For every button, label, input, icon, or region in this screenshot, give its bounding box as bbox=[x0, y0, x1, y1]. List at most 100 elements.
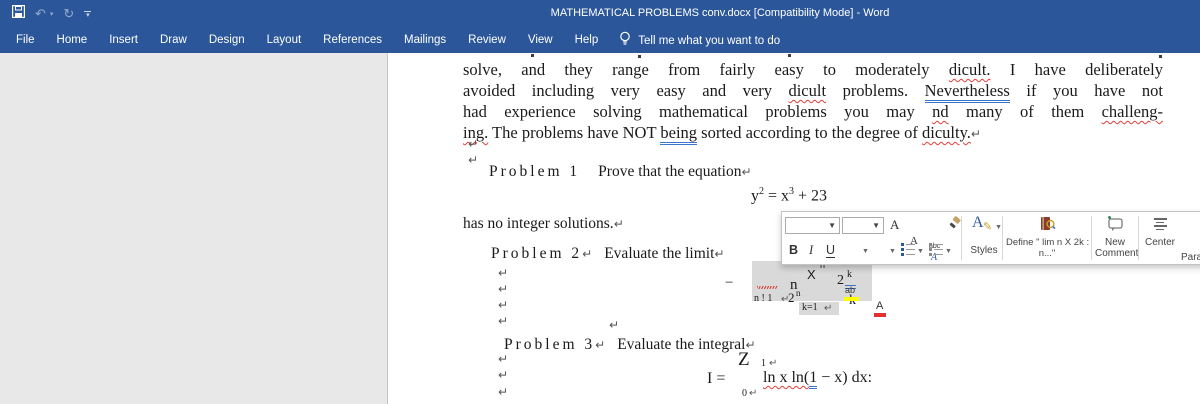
limit-formula[interactable]: − n X n 2 k n ! 1 ↵ 2 n k k=1 ↵ bbox=[721, 255, 886, 330]
bullets-dropdown-icon[interactable]: ▼ bbox=[917, 248, 924, 255]
misspelled-word: dicult. bbox=[948, 60, 991, 79]
line-break-mark: ↵ bbox=[824, 303, 833, 314]
paragraph-mark: ↵ bbox=[468, 137, 479, 151]
body-line-1: solve, and they range from fairly easy t… bbox=[463, 60, 1163, 79]
italic-button[interactable]: I bbox=[809, 243, 813, 258]
document-workspace: solve, and they range from fairly easy t… bbox=[0, 53, 1200, 404]
grammar-flagged-word: being bbox=[660, 123, 698, 145]
styles-button[interactable]: A ✎ ▼ Styles bbox=[968, 214, 1002, 256]
paragraph-mark: ↵ bbox=[970, 127, 981, 141]
paragraph-mark: ↵ bbox=[498, 385, 509, 399]
math-2: 2 bbox=[837, 273, 844, 288]
font-color-dropdown-icon[interactable]: ▼ bbox=[889, 248, 896, 255]
body-line-2: avoided including very easy and very dic… bbox=[463, 80, 1163, 103]
misspelled-word: nd bbox=[932, 102, 949, 121]
font-color-button[interactable]: A bbox=[874, 300, 887, 318]
styles-icon: A ✎ bbox=[972, 214, 993, 233]
paragraph-mark: ↵ bbox=[498, 314, 509, 328]
tab-mailings[interactable]: Mailings bbox=[393, 28, 457, 53]
paragraph-label-clipped[interactable]: Para bbox=[1181, 252, 1200, 263]
spellcheck-squiggle bbox=[757, 286, 778, 289]
math-minus: − bbox=[725, 275, 734, 291]
paragraph-mark: ↵ bbox=[498, 352, 509, 366]
tab-review[interactable]: Review bbox=[457, 28, 517, 53]
problem-2-text: Evaluate the limit bbox=[604, 245, 715, 262]
math-k-eq-1: k=1 bbox=[802, 302, 818, 313]
lightbulb-icon bbox=[619, 31, 631, 51]
ribbon-tab-row: File Home Insert Draw Design Layout Refe… bbox=[0, 28, 1200, 53]
document-page[interactable]: solve, and they range from fairly easy t… bbox=[387, 53, 1200, 404]
bold-button[interactable]: B bbox=[789, 243, 798, 257]
integral-formula[interactable]: Z 1 ↵ I = ln x ln(1 − x) dx: 0 ↵ bbox=[701, 345, 921, 403]
mini-toolbar: ▼ ▼ A▲ A▼ abcA B I U ab bbox=[781, 211, 1200, 317]
redo-icon[interactable]: ↻ bbox=[63, 4, 74, 24]
numbering-button[interactable] bbox=[929, 243, 943, 256]
highlight-button[interactable]: ab bbox=[844, 285, 860, 302]
problem-2-label: Problem 2 bbox=[491, 245, 583, 262]
bullets-button[interactable] bbox=[901, 243, 915, 256]
body-paragraph: solve, and they range from fairly easy t… bbox=[463, 59, 1163, 145]
tab-view[interactable]: View bbox=[517, 28, 564, 53]
tab-file[interactable]: File bbox=[0, 28, 46, 53]
tab-draw[interactable]: Draw bbox=[149, 28, 198, 53]
misspelled-word: challeng- bbox=[1101, 102, 1163, 121]
misspelled-math: ln x ln( bbox=[763, 369, 810, 386]
math-lim-sub: n ! 1 bbox=[754, 293, 773, 304]
problem-3-label: Problem 3 bbox=[504, 336, 596, 353]
tell-me-label: Tell me what you want to do bbox=[638, 34, 781, 47]
define-button[interactable]: Define " lim n X 2k : n..." bbox=[1006, 215, 1089, 259]
body-line-4: ing. The problems have NOT being sorted … bbox=[463, 122, 1163, 145]
math-integral-z: Z bbox=[738, 349, 750, 370]
define-dictionary-icon bbox=[1039, 217, 1056, 236]
tab-references[interactable]: References bbox=[312, 28, 393, 53]
word-window: ↶ ▾ ↻ ▾ MATHEMATICAL PROBLEMS conv.docx … bbox=[0, 0, 1200, 404]
grammar-flagged-word: Nevertheless bbox=[924, 81, 1010, 103]
numbering-dropdown-icon[interactable]: ▼ bbox=[945, 248, 952, 255]
undo-icon[interactable]: ↶ bbox=[35, 4, 46, 24]
line-break-mark: ↵ bbox=[769, 358, 778, 369]
problem-2-heading: Problem 2↵ Evaluate the limit↵ bbox=[491, 245, 724, 263]
paragraph-mark: ↵ bbox=[498, 298, 509, 312]
tell-me-box[interactable]: Tell me what you want to do bbox=[619, 31, 780, 51]
paragraph-mark: ↵ bbox=[468, 153, 479, 167]
body-line-3: had experience solving mathematical prob… bbox=[463, 102, 1163, 121]
clipped-text-remnant bbox=[531, 54, 534, 57]
highlight-dropdown-icon[interactable]: ▼ bbox=[862, 248, 869, 255]
paragraph-mark: ↵ bbox=[609, 318, 620, 332]
clipped-text-remnant bbox=[638, 55, 641, 58]
problem-1-label: Problem 1 bbox=[489, 163, 581, 180]
math-i-equals: I = bbox=[707, 370, 726, 387]
problem-1-text: Prove that the equation bbox=[598, 163, 742, 180]
new-comment-icon bbox=[1106, 216, 1124, 236]
line-break-mark: ↵ bbox=[613, 217, 624, 231]
tab-home[interactable]: Home bbox=[46, 28, 99, 53]
misspelled-word: diculty. bbox=[922, 123, 971, 142]
customize-quick-access-icon[interactable]: ▾ bbox=[84, 10, 92, 19]
tab-layout[interactable]: Layout bbox=[256, 28, 313, 53]
line-break-mark: ↵ bbox=[595, 338, 606, 352]
font-size-select[interactable]: ▼ bbox=[842, 217, 884, 234]
math-lower-bound: 0 bbox=[742, 388, 747, 399]
line-break-mark: ↵ bbox=[749, 388, 758, 399]
tab-help[interactable]: Help bbox=[564, 28, 610, 53]
tab-design[interactable]: Design bbox=[198, 28, 256, 53]
font-name-select[interactable]: ▼ bbox=[785, 217, 840, 234]
paragraph-mark: ↵ bbox=[498, 282, 509, 296]
underline-button[interactable]: U bbox=[826, 243, 836, 258]
line-break-mark: ↵ bbox=[741, 165, 752, 179]
math-2n-sup: n bbox=[796, 288, 801, 298]
tab-insert[interactable]: Insert bbox=[98, 28, 149, 53]
title-bar: ↶ ▾ ↻ ▾ MATHEMATICAL PROBLEMS conv.docx … bbox=[0, 0, 1200, 28]
paragraph-mark: ↵ bbox=[498, 368, 509, 382]
window-title: MATHEMATICAL PROBLEMS conv.docx [Compati… bbox=[550, 7, 890, 19]
new-comment-button[interactable]: New Comment bbox=[1095, 216, 1138, 259]
save-icon[interactable] bbox=[11, 4, 26, 23]
misspelled-word: dicult bbox=[788, 81, 827, 100]
clipped-text-remnant bbox=[1159, 55, 1162, 58]
center-align-button[interactable]: Center bbox=[1142, 218, 1178, 248]
undo-dropdown-icon[interactable]: ▾ bbox=[50, 10, 54, 18]
math-2n-base: 2 bbox=[788, 290, 795, 305]
clipped-text-remnant bbox=[788, 54, 791, 57]
quick-access-toolbar: ↶ ▾ ↻ ▾ bbox=[11, 4, 92, 24]
math-k-sup: k bbox=[847, 269, 852, 280]
